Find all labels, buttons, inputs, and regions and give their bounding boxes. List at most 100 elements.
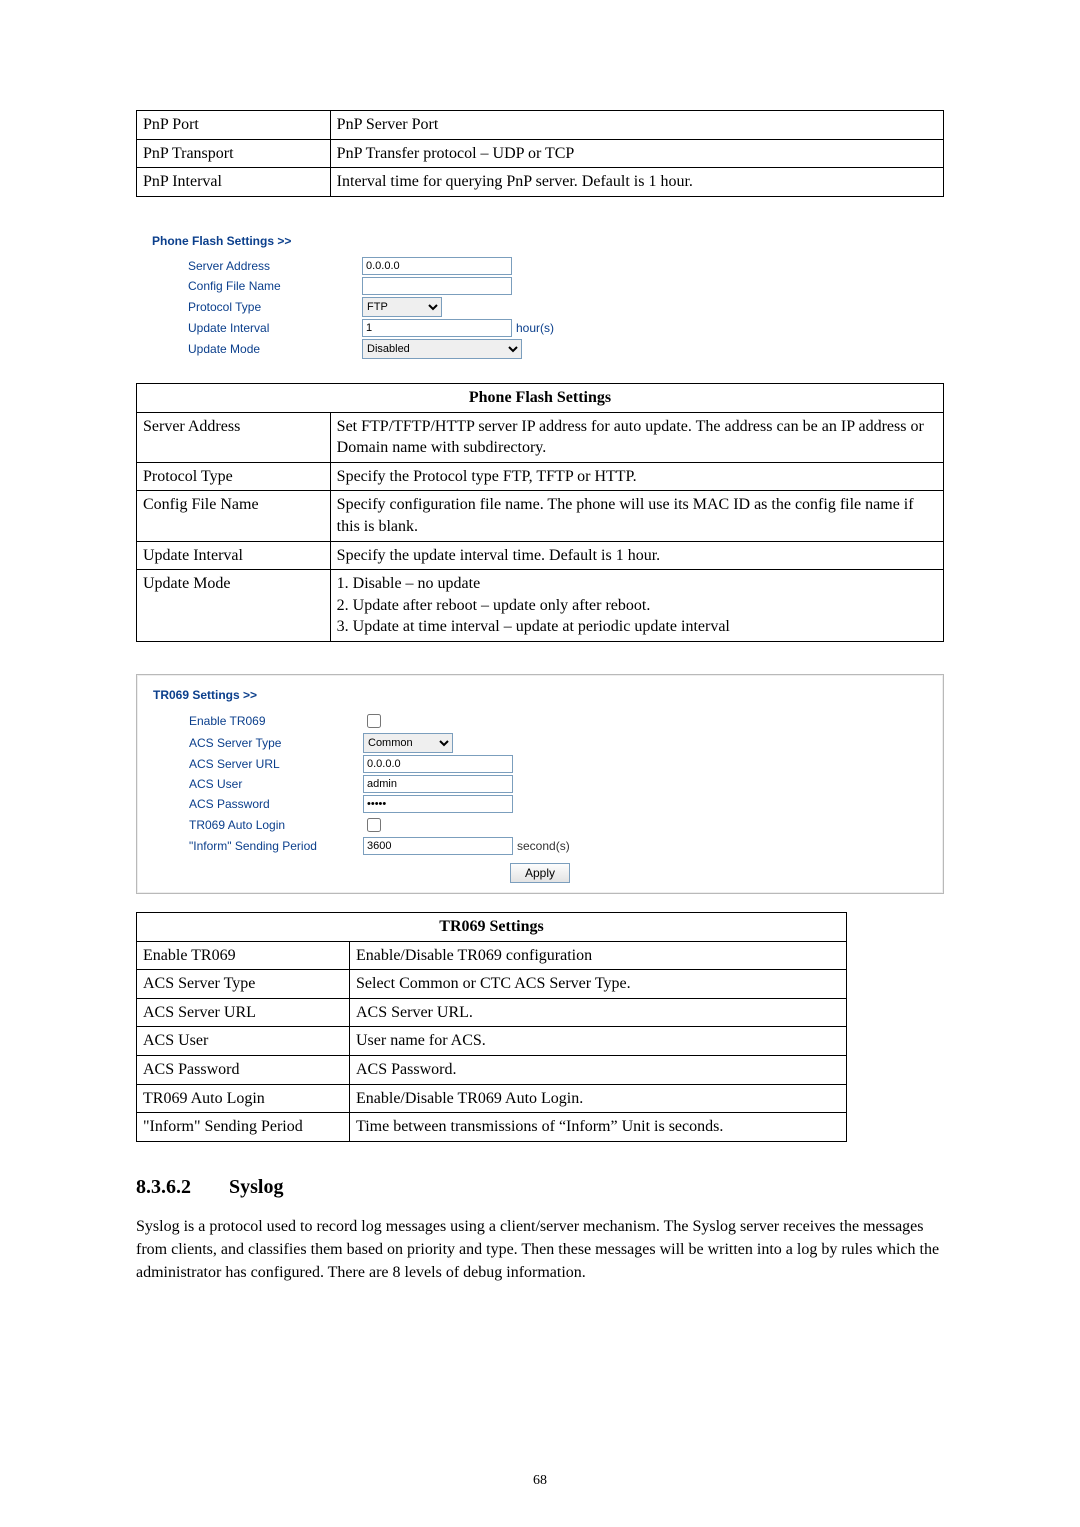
row-server-address: Server Address <box>152 257 944 275</box>
tr069-desc-header: TR069 Settings <box>137 913 847 942</box>
pnp-port-desc: PnP Server Port <box>330 111 943 140</box>
row-protocol: Protocol Type FTP <box>152 297 944 317</box>
tr069-row-desc: ACS Server URL. <box>350 998 847 1027</box>
desc-server-address-label: Server Address <box>137 412 331 462</box>
table-row: PnP Port PnP Server Port <box>137 111 944 140</box>
table-row: TR069 Auto Login Enable/Disable TR069 Au… <box>137 1084 847 1113</box>
tr069-row-label: TR069 Auto Login <box>137 1084 350 1113</box>
tr069-row-desc: ACS Password. <box>350 1056 847 1085</box>
pnp-interval-desc: Interval time for querying PnP server. D… <box>330 168 943 197</box>
acs-pass-label: ACS Password <box>153 796 363 812</box>
tr069-row-desc: Time between transmissions of “Inform” U… <box>350 1113 847 1142</box>
desc-protocol-text: Specify the Protocol type FTP, TFTP or H… <box>330 462 943 491</box>
table-row: ACS Server Type Select Common or CTC ACS… <box>137 970 847 999</box>
desc-config-file-text: Specify configuration file name. The pho… <box>330 491 943 541</box>
desc-update-mode-text: 1. Disable – no update 2. Update after r… <box>330 570 943 642</box>
pnp-table: PnP Port PnP Server Port PnP Transport P… <box>136 110 944 197</box>
section-number: 8.3.6.2 <box>136 1174 224 1201</box>
tr069-row-desc: Select Common or CTC ACS Server Type. <box>350 970 847 999</box>
desc-update-interval-label: Update Interval <box>137 541 331 570</box>
table-row: Update Mode 1. Disable – no update 2. Up… <box>137 570 944 642</box>
table-row: Config File Name Specify configuration f… <box>137 491 944 541</box>
server-address-input[interactable] <box>362 257 512 275</box>
row-config-file: Config File Name <box>152 277 944 295</box>
tr069-row-label: ACS Server Type <box>137 970 350 999</box>
desc-update-interval-text: Specify the update interval time. Defaul… <box>330 541 943 570</box>
acs-type-select[interactable]: Common <box>363 733 453 753</box>
row-acs-type: ACS Server Type Common <box>153 733 927 753</box>
acs-url-input[interactable] <box>363 755 513 773</box>
apply-button[interactable]: Apply <box>510 863 570 883</box>
tr069-row-desc: Enable/Disable TR069 Auto Login. <box>350 1084 847 1113</box>
table-header-row: TR069 Settings <box>137 913 847 942</box>
update-mode-line2: 2. Update after reboot – update only aft… <box>337 597 651 614</box>
table-header-row: Phone Flash Settings <box>137 383 944 412</box>
update-interval-unit: hour(s) <box>516 320 554 336</box>
acs-url-label: ACS Server URL <box>153 756 363 772</box>
auto-login-label: TR069 Auto Login <box>153 817 363 833</box>
acs-user-label: ACS User <box>153 776 363 792</box>
protocol-label: Protocol Type <box>152 299 362 315</box>
tr069-row-label: ACS User <box>137 1027 350 1056</box>
page-number: 68 <box>0 1472 1080 1491</box>
tr069-title: TR069 Settings >> <box>153 687 927 703</box>
table-row: Server Address Set FTP/TFTP/HTTP server … <box>137 412 944 462</box>
row-update-mode: Update Mode Disabled <box>152 339 944 359</box>
table-row: PnP Interval Interval time for querying … <box>137 168 944 197</box>
table-row: Update Interval Specify the update inter… <box>137 541 944 570</box>
table-row: ACS Password ACS Password. <box>137 1056 847 1085</box>
inform-unit: second(s) <box>517 838 570 854</box>
enable-tr069-label: Enable TR069 <box>153 713 363 729</box>
section-paragraph: Syslog is a protocol used to record log … <box>136 1215 944 1285</box>
acs-type-label: ACS Server Type <box>153 735 363 751</box>
table-row: Enable TR069 Enable/Disable TR069 config… <box>137 941 847 970</box>
phone-flash-desc-table: Phone Flash Settings Server Address Set … <box>136 383 944 642</box>
table-row: ACS Server URL ACS Server URL. <box>137 998 847 1027</box>
update-interval-label: Update Interval <box>152 320 362 336</box>
page-root: PnP Port PnP Server Port PnP Transport P… <box>0 0 1080 1527</box>
update-mode-line3: 3. Update at time interval – update at p… <box>337 618 730 635</box>
config-file-label: Config File Name <box>152 278 362 294</box>
table-row: Protocol Type Specify the Protocol type … <box>137 462 944 491</box>
tr069-row-desc: Enable/Disable TR069 configuration <box>350 941 847 970</box>
row-acs-pass: ACS Password <box>153 795 927 813</box>
acs-user-input[interactable] <box>363 775 513 793</box>
tr069-row-desc: User name for ACS. <box>350 1027 847 1056</box>
pnp-transport-desc: PnP Transfer protocol – UDP or TCP <box>330 139 943 168</box>
row-enable-tr069: Enable TR069 <box>153 711 927 731</box>
table-row: PnP Transport PnP Transfer protocol – UD… <box>137 139 944 168</box>
tr069-desc-table: TR069 Settings Enable TR069 Enable/Disab… <box>136 912 847 1142</box>
section-title: Syslog <box>229 1176 283 1198</box>
phone-flash-title: Phone Flash Settings >> <box>152 233 944 249</box>
row-acs-url: ACS Server URL <box>153 755 927 773</box>
row-update-interval: Update Interval hour(s) <box>152 319 944 337</box>
tr069-ui: TR069 Settings >> Enable TR069 ACS Serve… <box>136 674 944 894</box>
pnp-port-label: PnP Port <box>137 111 331 140</box>
phone-flash-desc-header: Phone Flash Settings <box>137 383 944 412</box>
server-address-label: Server Address <box>152 258 362 274</box>
pnp-transport-label: PnP Transport <box>137 139 331 168</box>
table-row: ACS User User name for ACS. <box>137 1027 847 1056</box>
desc-update-mode-label: Update Mode <box>137 570 331 642</box>
protocol-select[interactable]: FTP <box>362 297 442 317</box>
desc-config-file-label: Config File Name <box>137 491 331 541</box>
tr069-row-label: Enable TR069 <box>137 941 350 970</box>
tr069-row-label: ACS Server URL <box>137 998 350 1027</box>
tr069-row-label: "Inform" Sending Period <box>137 1113 350 1142</box>
update-mode-line1: 1. Disable – no update <box>337 575 481 592</box>
update-interval-input[interactable] <box>362 319 512 337</box>
row-auto-login: TR069 Auto Login <box>153 815 927 835</box>
phone-flash-ui: Phone Flash Settings >> Server Address C… <box>136 229 944 365</box>
section-heading: 8.3.6.2 Syslog <box>136 1174 944 1201</box>
desc-protocol-label: Protocol Type <box>137 462 331 491</box>
auto-login-checkbox[interactable] <box>367 818 381 832</box>
table-row: "Inform" Sending Period Time between tra… <box>137 1113 847 1142</box>
inform-input[interactable] <box>363 837 513 855</box>
inform-label: "Inform" Sending Period <box>153 838 363 854</box>
enable-tr069-checkbox[interactable] <box>367 714 381 728</box>
pnp-interval-label: PnP Interval <box>137 168 331 197</box>
acs-pass-input[interactable] <box>363 795 513 813</box>
config-file-input[interactable] <box>362 277 512 295</box>
update-mode-select[interactable]: Disabled <box>362 339 522 359</box>
desc-server-address-text: Set FTP/TFTP/HTTP server IP address for … <box>330 412 943 462</box>
